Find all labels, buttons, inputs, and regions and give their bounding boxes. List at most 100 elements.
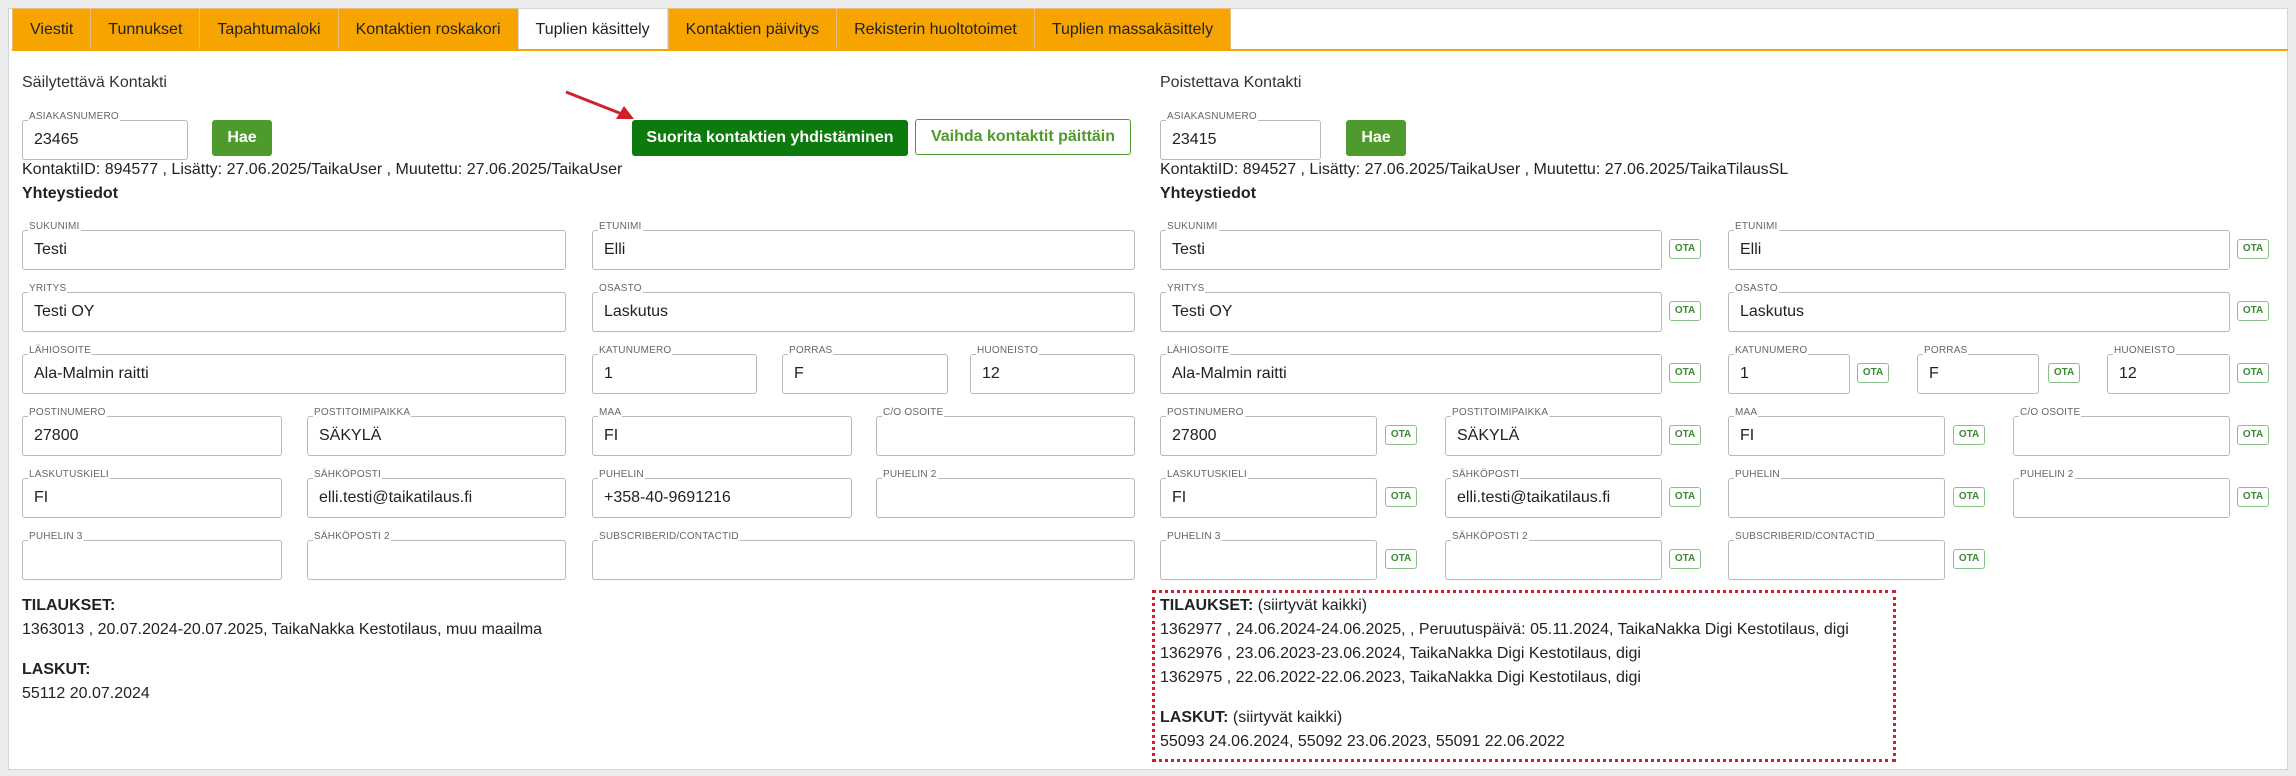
right-customer-number-label: ASIAKASNUMERO <box>1166 111 1258 122</box>
take-subscriberid-button[interactable]: OTA <box>1953 549 1985 569</box>
left-laskutuskieli-field[interactable]: Laskutuskieli FI <box>22 469 282 518</box>
tab-tuplien-kasittely[interactable]: Tuplien käsittely <box>517 8 668 50</box>
left-postinumero-label: Postinumero <box>28 407 107 418</box>
take-porras-button[interactable]: OTA <box>2048 363 2080 383</box>
left-sukunimi-field[interactable]: Sukunimi Testi <box>22 221 566 270</box>
take-postitoimipaikka-button[interactable]: OTA <box>1669 425 1701 445</box>
right-orders-heading-row: TILAUKSET: (siirtyvät kaikki) <box>1160 597 1367 615</box>
left-fetch-button[interactable]: Hae <box>212 120 272 156</box>
left-lahiosoite-field[interactable]: Lähiosoite Ala-Malmin raitti <box>22 345 566 394</box>
left-yritys-label: Yritys <box>28 283 68 294</box>
left-orders-heading: TILAUKSET: <box>22 597 116 614</box>
right-invoices-heading: LASKUT: <box>1160 709 1229 726</box>
right-maa-field[interactable]: Maa FI <box>1728 407 1945 456</box>
left-subscriberid-field[interactable]: SubscriberID/ContactID <box>592 531 1135 580</box>
right-contact-heading: Yhteystiedot <box>1160 185 1257 202</box>
right-laskutuskieli-field[interactable]: Laskutuskieli FI <box>1160 469 1377 518</box>
take-yritys-button[interactable]: OTA <box>1669 301 1701 321</box>
left-co-osoite-field[interactable]: C/O Osoite <box>876 407 1135 456</box>
right-porras-label: Porras <box>1923 345 1969 356</box>
take-sahkoposti-button[interactable]: OTA <box>1669 487 1701 507</box>
right-customer-number-input[interactable]: ASIAKASNUMERO 23415 <box>1160 111 1321 160</box>
take-maa-button[interactable]: OTA <box>1953 425 1985 445</box>
right-yritys-label: Yritys <box>1166 283 1206 294</box>
take-puhelin3-button[interactable]: OTA <box>1385 549 1417 569</box>
right-lahiosoite-label: Lähiosoite <box>1166 345 1231 356</box>
take-postinumero-button[interactable]: OTA <box>1385 425 1417 445</box>
take-lahiosoite-button[interactable]: OTA <box>1669 363 1701 383</box>
tab-rekisterin-huoltotoimet[interactable]: Rekisterin huoltotoimet <box>836 8 1034 50</box>
right-postitoimipaikka-value: SÄKYLÄ <box>1457 427 1520 444</box>
left-customer-number-value: 23465 <box>34 131 79 148</box>
right-sahkoposti2-label: Sähköposti 2 <box>1451 531 1529 542</box>
take-sukunimi-button[interactable]: OTA <box>1669 239 1701 259</box>
take-osasto-button[interactable]: OTA <box>2237 301 2269 321</box>
take-laskutuskieli-button[interactable]: OTA <box>1385 487 1417 507</box>
left-yritys-field[interactable]: Yritys Testi OY <box>22 283 566 332</box>
right-puhelin3-field[interactable]: Puhelin 3 <box>1160 531 1377 580</box>
left-postinumero-field[interactable]: Postinumero 27800 <box>22 407 282 456</box>
take-huoneisto-button[interactable]: OTA <box>2237 363 2269 383</box>
take-puhelin-button[interactable]: OTA <box>1953 487 1985 507</box>
right-lahiosoite-field[interactable]: Lähiosoite Ala-Malmin raitti <box>1160 345 1662 394</box>
right-order-item: 1362976 , 23.06.2023-23.06.2024, TaikaNa… <box>1160 645 1641 662</box>
right-puhelin2-field[interactable]: Puhelin 2 <box>2013 469 2230 518</box>
take-etunimi-button[interactable]: OTA <box>2237 239 2269 259</box>
left-sahkoposti-field[interactable]: Sähköposti elli.testi@taikatilaus.fi <box>307 469 566 518</box>
tab-viestit[interactable]: Viestit <box>12 8 91 50</box>
tab-kontaktien-paivitys[interactable]: Kontaktien päivitys <box>667 8 837 50</box>
right-yritys-field[interactable]: Yritys Testi OY <box>1160 283 1662 332</box>
right-customer-number-value: 23415 <box>1172 131 1217 148</box>
left-huoneisto-field[interactable]: Huoneisto 12 <box>970 345 1135 394</box>
right-fetch-button[interactable]: Hae <box>1346 120 1406 156</box>
right-huoneisto-field[interactable]: Huoneisto 12 <box>2107 345 2230 394</box>
take-puhelin2-button[interactable]: OTA <box>2237 487 2269 507</box>
right-sukunimi-field[interactable]: Sukunimi Testi <box>1160 221 1662 270</box>
swap-contacts-button[interactable]: Vaihda kontaktit päittäin <box>915 119 1131 155</box>
left-katunumero-field[interactable]: Katunumero 1 <box>592 345 757 394</box>
right-sahkoposti-field[interactable]: Sähköposti elli.testi@taikatilaus.fi <box>1445 469 1662 518</box>
left-katunumero-value: 1 <box>604 365 613 382</box>
tab-tapahtumaloki[interactable]: Tapahtumaloki <box>199 8 338 50</box>
right-postinumero-field[interactable]: Postinumero 27800 <box>1160 407 1377 456</box>
right-laskutuskieli-value: FI <box>1172 489 1187 506</box>
merge-contacts-button[interactable]: Suorita kontaktien yhdistäminen <box>632 120 908 156</box>
take-co-osoite-button[interactable]: OTA <box>2237 425 2269 445</box>
left-customer-number-input[interactable]: ASIAKASNUMERO 23465 <box>22 111 188 160</box>
take-katunumero-button[interactable]: OTA <box>1857 363 1889 383</box>
right-etunimi-field[interactable]: Etunimi Elli <box>1728 221 2230 270</box>
right-puhelin-field[interactable]: Puhelin <box>1728 469 1945 518</box>
right-osasto-field[interactable]: Osasto Laskutus <box>1728 283 2230 332</box>
right-orders-note: (siirtyvät kaikki) <box>1257 597 1368 614</box>
left-puhelin2-field[interactable]: Puhelin 2 <box>876 469 1135 518</box>
right-sahkoposti-label: Sähköposti <box>1451 469 1521 480</box>
left-sukunimi-value: Testi <box>34 241 67 258</box>
tab-tunnukset[interactable]: Tunnukset <box>90 8 200 50</box>
left-maa-field[interactable]: Maa FI <box>592 407 852 456</box>
left-porras-value: F <box>794 365 804 382</box>
left-osasto-field[interactable]: Osasto Laskutus <box>592 283 1135 332</box>
right-sahkoposti2-field[interactable]: Sähköposti 2 <box>1445 531 1662 580</box>
take-sahkoposti2-button[interactable]: OTA <box>1669 549 1701 569</box>
left-etunimi-label: Etunimi <box>598 221 643 232</box>
left-puhelin3-label: Puhelin 3 <box>28 531 84 542</box>
right-orders-heading: TILAUKSET: <box>1160 597 1254 614</box>
right-katunumero-field[interactable]: Katunumero 1 <box>1728 345 1850 394</box>
left-sahkoposti2-field[interactable]: Sähköposti 2 <box>307 531 566 580</box>
tab-kontaktien-roskakori[interactable]: Kontaktien roskakori <box>337 8 518 50</box>
right-porras-field[interactable]: Porras F <box>1917 345 2039 394</box>
left-puhelin-field[interactable]: Puhelin +358-40-9691216 <box>592 469 852 518</box>
left-porras-field[interactable]: Porras F <box>782 345 948 394</box>
left-puhelin3-field[interactable]: Puhelin 3 <box>22 531 282 580</box>
left-huoneisto-value: 12 <box>982 365 1000 382</box>
right-subscriberid-field[interactable]: SubscriberID/ContactID <box>1728 531 1945 580</box>
right-co-osoite-field[interactable]: C/O Osoite <box>2013 407 2230 456</box>
left-postitoimipaikka-field[interactable]: Postitoimipaikka SÄKYLÄ <box>307 407 566 456</box>
left-etunimi-field[interactable]: Etunimi Elli <box>592 221 1135 270</box>
right-invoices-heading-row: LASKUT: (siirtyvät kaikki) <box>1160 709 1342 727</box>
tab-tuplien-massakasittely[interactable]: Tuplien massakäsittely <box>1033 8 1232 50</box>
left-laskutuskieli-value: FI <box>34 489 49 506</box>
left-sahkoposti-label: Sähköposti <box>313 469 383 480</box>
right-lahiosoite-value: Ala-Malmin raitti <box>1172 365 1287 382</box>
right-postitoimipaikka-field[interactable]: Postitoimipaikka SÄKYLÄ <box>1445 407 1662 456</box>
